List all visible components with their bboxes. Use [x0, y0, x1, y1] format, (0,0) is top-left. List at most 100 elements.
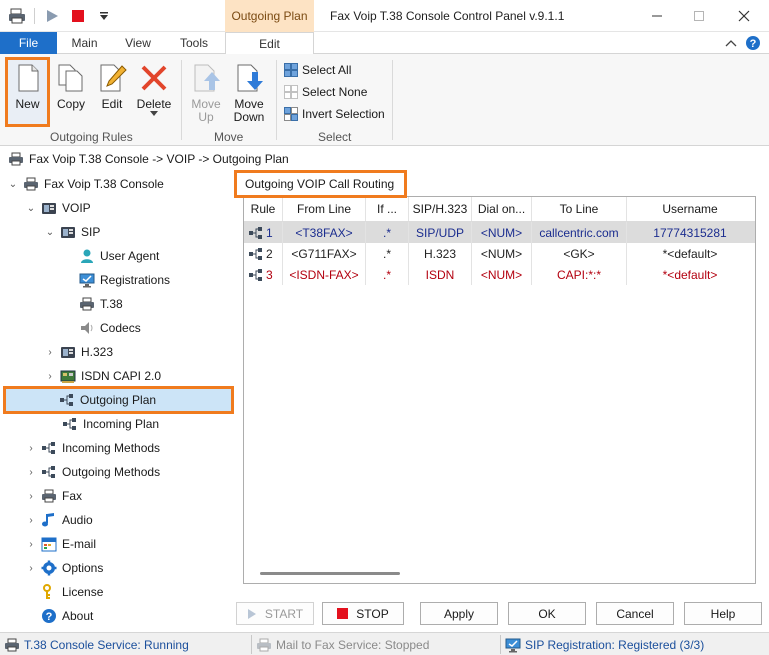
table-header: Rule From Line If ... SIP/H.323 Dial on.…: [244, 197, 755, 222]
tree-item-about[interactable]: ? About: [41, 605, 93, 627]
chevron-right-icon[interactable]: ›: [45, 371, 55, 382]
column-header-rule[interactable]: Rule: [244, 197, 283, 221]
status-bar: T.38 Console Service: Running Mail to Fa…: [0, 632, 769, 655]
help-button[interactable]: Help: [684, 602, 762, 625]
apply-button[interactable]: Apply: [420, 602, 498, 625]
edit-pencil-icon: [100, 64, 127, 92]
chevron-right-icon[interactable]: ›: [26, 443, 36, 454]
fax-app-icon[interactable]: [8, 7, 26, 25]
tree-item-outgoing-methods[interactable]: › Outgoing Methods: [26, 461, 160, 483]
registrations-monitor-icon: [79, 272, 95, 288]
customize-dropdown-icon[interactable]: [95, 7, 113, 25]
select-all-icon: [284, 63, 298, 77]
play-icon[interactable]: [43, 7, 61, 25]
table-row[interactable]: 2 <G711FAX> .* H.323 <NUM> <GK> *<defaul…: [244, 243, 755, 264]
tree-item-label: ISDN CAPI 2.0: [81, 369, 162, 383]
select-none-button[interactable]: Select None: [284, 83, 367, 101]
column-header-if[interactable]: If ...: [366, 197, 409, 221]
move-up-button[interactable]: Move Up: [185, 60, 227, 124]
status-separator: [251, 635, 252, 654]
table-row[interactable]: 3 <ISDN-FAX> .* ISDN <NUM> CAPI:*:* *<de…: [244, 264, 755, 285]
username-cell: *<default>: [662, 246, 718, 261]
copy-icon: [58, 64, 83, 92]
tree-item-email[interactable]: › E-mail: [26, 533, 96, 555]
tree-item-h323[interactable]: › H.323: [45, 341, 113, 363]
routing-plan-icon: [59, 392, 75, 408]
invert-selection-button[interactable]: Invert Selection: [284, 105, 385, 123]
ribbon-tab-right: ?: [725, 35, 761, 51]
tree-item-options[interactable]: › Options: [26, 557, 103, 579]
start-button[interactable]: START: [236, 602, 314, 625]
column-header-username[interactable]: Username: [627, 197, 753, 221]
chevron-right-icon[interactable]: ›: [26, 467, 36, 478]
cancel-button[interactable]: Cancel: [596, 602, 674, 625]
table-row[interactable]: 1 <T38FAX> .* SIP/UDP <NUM> callcentric.…: [244, 222, 755, 243]
column-header-from-line[interactable]: From Line: [283, 197, 366, 221]
move-up-label-line2: Up: [198, 110, 214, 124]
column-header-sip-h323[interactable]: SIP/H.323: [409, 197, 472, 221]
tree-item-license[interactable]: License: [41, 581, 103, 603]
column-header-dial-on[interactable]: Dial on...: [472, 197, 532, 221]
chevron-right-icon[interactable]: ›: [26, 491, 36, 502]
chevron-down-icon[interactable]: ⌄: [45, 227, 55, 238]
ok-button[interactable]: OK: [508, 602, 586, 625]
tree-item-outgoing-plan[interactable]: Outgoing Plan: [3, 386, 234, 414]
new-document-icon: [18, 64, 38, 92]
stop-icon[interactable]: [69, 7, 87, 25]
stop-square-icon: [337, 608, 349, 619]
tree-item-isdn-capi[interactable]: › ISDN CAPI 2.0: [45, 365, 161, 387]
to-line-cell: callcentric.com: [532, 222, 627, 243]
tree-item-label: User Agent: [100, 249, 160, 263]
tree-item-user-agent[interactable]: User Agent: [79, 245, 159, 267]
move-down-button[interactable]: Move Down: [228, 60, 270, 124]
navigation-tree: ⌄ Fax Voip T.38 Console ⌄ VOIP ⌄ SIP Use…: [0, 172, 236, 629]
tree-item-voip[interactable]: ⌄ VOIP: [26, 197, 91, 219]
tree-item-label: License: [62, 585, 104, 599]
collapse-ribbon-icon[interactable]: [725, 38, 737, 48]
tree-item-incoming-methods[interactable]: › Incoming Methods: [26, 437, 160, 459]
status-separator: [500, 635, 501, 654]
select-all-button[interactable]: Select All: [284, 61, 351, 79]
username-cell: 17774315281: [653, 225, 727, 240]
move-up-icon: [194, 64, 220, 92]
tab-edit[interactable]: Edit: [225, 32, 314, 55]
copy-button[interactable]: Copy: [50, 60, 92, 124]
sip-phone-icon: [60, 224, 76, 240]
tree-item-incoming-plan[interactable]: Incoming Plan: [62, 413, 159, 435]
context-tab-header: Outgoing Plan: [225, 0, 314, 32]
chevron-right-icon[interactable]: ›: [26, 515, 36, 526]
tab-tools[interactable]: Tools: [164, 32, 224, 54]
chevron-right-icon[interactable]: ›: [26, 539, 36, 550]
maximize-button[interactable]: [682, 5, 716, 27]
help-icon[interactable]: ?: [745, 35, 761, 51]
tree-item-audio[interactable]: › Audio: [26, 509, 93, 531]
chevron-right-icon[interactable]: ›: [26, 563, 36, 574]
dial-on-cell: <NUM>: [472, 222, 532, 243]
tree-item-fax-voip-console[interactable]: ⌄ Fax Voip T.38 Console: [8, 173, 164, 195]
fax-machine-icon: [41, 488, 57, 504]
chevron-down-icon[interactable]: ⌄: [26, 203, 36, 214]
status-sip-registration: SIP Registration: Registered (3/3): [505, 636, 704, 654]
chevron-right-icon[interactable]: ›: [45, 347, 55, 358]
tree-item-sip[interactable]: ⌄ SIP: [45, 221, 101, 243]
column-header-to-line[interactable]: To Line: [532, 197, 627, 221]
stop-button[interactable]: STOP: [322, 602, 404, 625]
tree-item-codecs[interactable]: Codecs: [79, 317, 141, 339]
delete-button[interactable]: Delete: [133, 60, 175, 124]
toolbar-separator: [34, 8, 35, 24]
tree-item-fax[interactable]: › Fax: [26, 485, 82, 507]
new-button[interactable]: New: [5, 57, 50, 127]
edit-button[interactable]: Edit: [91, 60, 133, 124]
minimize-button[interactable]: [640, 5, 674, 27]
tab-view[interactable]: View: [112, 32, 164, 54]
user-agent-icon: [79, 248, 95, 264]
horizontal-scrollbar[interactable]: [260, 572, 400, 575]
tree-item-t38[interactable]: T.38: [79, 293, 123, 315]
chevron-down-icon[interactable]: ⌄: [8, 179, 18, 190]
tab-main[interactable]: Main: [57, 32, 112, 54]
tree-item-registrations[interactable]: Registrations: [79, 269, 170, 291]
breadcrumb: Fax Voip T.38 Console -> VOIP -> Outgoin…: [0, 148, 769, 170]
ribbon-panel: New Copy Edit Delete Outgoing Rules Move…: [0, 54, 769, 146]
close-button[interactable]: [727, 5, 761, 27]
tab-file[interactable]: File: [0, 32, 57, 54]
